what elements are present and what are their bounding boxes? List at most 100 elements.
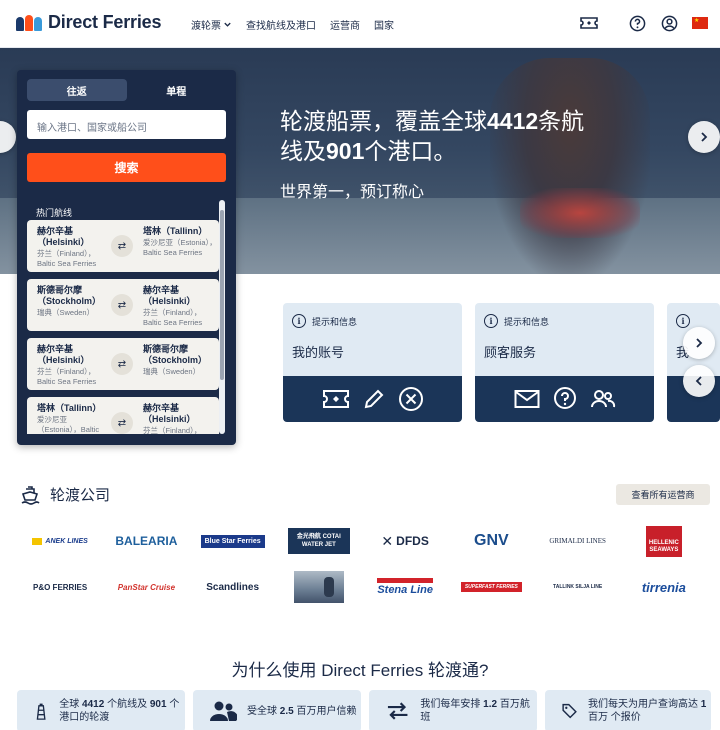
why-item-routes: 全球 4412 个航线及 901 个港口的轮渡 [17, 690, 185, 730]
nav-item-operators[interactable]: 运营商 [330, 17, 360, 32]
why-item-trust: 受全球 2.5 百万用户信赖 [193, 690, 361, 730]
route-card[interactable]: 赫尔辛基（Helsinki） 芬兰（Finland），Baltic Sea Fer… [27, 220, 219, 272]
nav-item-countries[interactable]: 国家 [374, 17, 394, 32]
logo-superfast[interactable]: SUPERFAST FERRIES [448, 568, 534, 606]
route-to-country: 芬兰（Finland）， [143, 426, 202, 434]
view-all-operators-button[interactable]: 查看所有运营商 [616, 484, 710, 505]
logo-scandlines[interactable]: Scandlines [190, 568, 276, 606]
logo-hellenic[interactable]: HELLENIC SEAWAYS [621, 522, 707, 560]
why-item-sailings: 我们每年安排 1.2 百万航班 [369, 690, 537, 730]
route-to-city: 赫尔辛基（Helsinki） [143, 285, 196, 306]
route-swap-icon: ⇄ [111, 353, 133, 375]
info-card-my-account[interactable]: i 提示和信息 我的账号 [283, 303, 462, 422]
logo-dfds[interactable]: ✕ DFDS [362, 522, 448, 560]
people-icon [210, 701, 237, 721]
info-icon: i [676, 314, 690, 328]
route-from-city: 塔林（Tallinn） [37, 403, 102, 413]
ship-icon [21, 485, 40, 505]
swap-arrows-icon [387, 702, 408, 720]
pencil-icon [364, 389, 383, 409]
route-swap-icon: ⇄ [111, 412, 133, 434]
port-search-input[interactable]: 输入港口、国家或船公司 [27, 110, 226, 139]
main-nav: 渡轮票 查找航线及港口 运营商 国家 [191, 17, 394, 32]
hero-subtitle: 世界第一，预订称心 [280, 184, 425, 201]
logo-grimaldi[interactable]: GRIMALDI LINES [535, 522, 621, 560]
hero-person-image [490, 58, 650, 274]
hero-scarf-image [520, 188, 640, 238]
hero-prev-button[interactable] [0, 121, 16, 153]
cards-prev-button[interactable] [683, 365, 715, 397]
operator-logos: ANEK LINES BALEARIA Blue Star Ferries 金光… [17, 522, 707, 606]
route-from-country: 芬兰（Finland），Baltic Sea Ferries [37, 249, 97, 268]
route-to-city: 赫尔辛基（Helsinki） [143, 403, 196, 424]
info-icon: i [484, 314, 498, 328]
route-swap-icon: ⇄ [111, 294, 133, 316]
info-card-customer-service[interactable]: i 提示和信息 顾客服务 [475, 303, 654, 422]
routes-scrollbar-thumb[interactable] [220, 210, 224, 380]
people-icon [590, 390, 615, 408]
card-tag: 提示和信息 [504, 316, 550, 327]
search-button[interactable]: 搜索 [27, 153, 226, 182]
logo-photo[interactable] [276, 568, 362, 606]
route-to-country: 爱沙尼亚（Estonia），Baltic Sea Ferries [143, 238, 217, 257]
logo-stena[interactable]: Stena Line [362, 568, 448, 606]
companies-heading: 轮渡公司 [20, 484, 110, 505]
card-image [283, 376, 462, 422]
route-card[interactable]: 赫尔辛基（Helsinki） 芬兰（Finland），Baltic Sea Fer… [27, 338, 219, 390]
popular-routes-label: 热门航线 [36, 208, 73, 218]
route-swap-icon: ⇄ [111, 235, 133, 257]
chevron-left-icon [695, 376, 702, 386]
hero-next-button[interactable] [688, 121, 720, 153]
route-from-country: 芬兰（Finland），Baltic Sea Ferries [37, 367, 97, 386]
brand-name: Direct Ferries [48, 12, 162, 32]
chevron-down-icon [224, 22, 231, 27]
info-card-partial[interactable]: i 我 [667, 303, 720, 422]
route-from-country: 瑞典（Sweden） [37, 308, 95, 317]
booking-panel: 往返 单程 输入港口、国家或船公司 搜索 热门航线 赫尔辛基（Helsinki）… [17, 70, 236, 445]
mail-icon [514, 390, 539, 408]
logo-blue-star[interactable]: Blue Star Ferries [190, 522, 276, 560]
card-image [475, 376, 654, 422]
why-item-quotes: 我们每天为用户查询高达 1 百万 个报价 [545, 690, 711, 730]
why-features: 全球 4412 个航线及 901 个港口的轮渡 受全球 2.5 百万用户信赖 我… [17, 690, 711, 730]
nav-item-ferry-tickets[interactable]: 渡轮票 [191, 17, 232, 32]
logo-gnv[interactable]: GNV [448, 522, 534, 560]
ticket-icon[interactable] [580, 14, 598, 32]
lighthouse-icon [36, 703, 46, 720]
logo-tallink[interactable]: TALLINK SILJA LINE [535, 568, 621, 606]
logo-panstar[interactable]: PanStar Cruise [103, 568, 189, 606]
logo-cotai[interactable]: 金光飛航 COTAI WATER JET [276, 522, 362, 560]
chevron-right-icon [701, 132, 708, 142]
route-from-country: 爱沙尼亚（Estonia），Baltic [37, 415, 100, 434]
hero-title: 轮渡船票，覆盖全球4412条航 线及901个港口。 [280, 108, 585, 164]
site-header: Direct Ferries 渡轮票 查找航线及港口 运营商 国家 [0, 0, 720, 48]
card-tag: 提示和信息 [312, 316, 358, 327]
route-from-city: 赫尔辛基（Helsinki） [37, 226, 90, 247]
price-tag-icon [562, 703, 577, 719]
brand-logo[interactable]: Direct Ferries [16, 12, 161, 33]
route-card[interactable]: 塔林（Tallinn） 爱沙尼亚（Estonia），Baltic ⇄ 赫尔辛基（H… [27, 397, 219, 434]
china-flag-icon[interactable] [692, 17, 708, 29]
cancel-icon [398, 387, 423, 411]
help-icon[interactable] [628, 14, 646, 32]
logo-anek[interactable]: ANEK LINES [17, 522, 103, 560]
card-title: 顾客服务 [484, 345, 537, 360]
trip-type-tabs: 往返 单程 [27, 79, 226, 101]
logo-tirrenia[interactable]: tirrenia [621, 568, 707, 606]
nav-item-routes-ports[interactable]: 查找航线及港口 [246, 17, 316, 32]
cards-next-button[interactable] [683, 327, 715, 359]
brand-logo-icon [16, 14, 42, 31]
header-actions [580, 14, 708, 32]
route-card[interactable]: 斯德哥尔摩（Stockholm） 瑞典（Sweden） ⇄ 赫尔辛基（Helsin… [27, 279, 219, 331]
route-to-city: 斯德哥尔摩（Stockholm） [143, 344, 208, 365]
route-to-country: 瑞典（Sweden） [143, 367, 201, 376]
tab-one-way[interactable]: 单程 [127, 79, 227, 101]
route-from-city: 赫尔辛基（Helsinki） [37, 344, 90, 365]
chevron-right-icon [696, 338, 703, 348]
logo-po[interactable]: P&O FERRIES [17, 568, 103, 606]
logo-balearia[interactable]: BALEARIA [103, 522, 189, 560]
card-title: 我的账号 [292, 345, 345, 360]
account-icon[interactable] [660, 14, 678, 32]
popular-routes-list[interactable]: 赫尔辛基（Helsinki） 芬兰（Finland），Baltic Sea Fer… [27, 220, 219, 434]
tab-return[interactable]: 往返 [27, 79, 127, 101]
